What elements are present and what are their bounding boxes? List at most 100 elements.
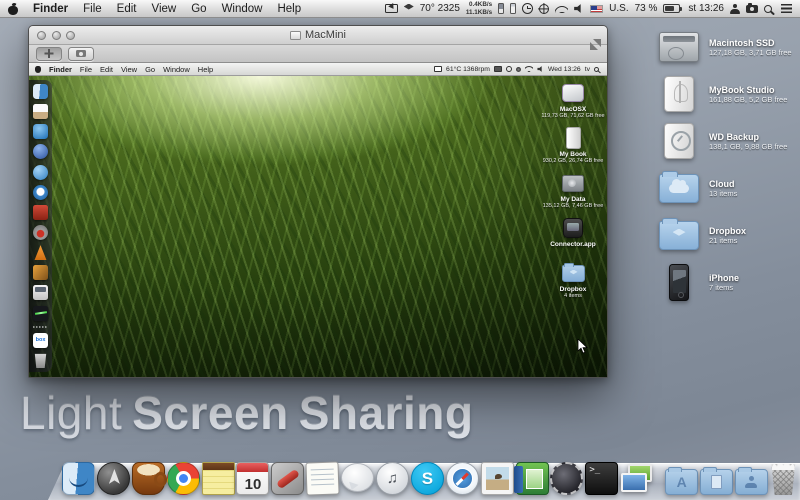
dock-item-coffee-app[interactable] xyxy=(132,462,165,495)
menu-clock[interactable]: st 13:26 xyxy=(688,3,724,14)
device-battery-icon-2[interactable] xyxy=(510,3,516,14)
desktop-icon-mybook-studio[interactable]: MyBook Studio 161,88 GB, 5,2 GB free xyxy=(658,73,798,115)
remote-display-icon[interactable] xyxy=(434,66,442,72)
dock-item-dark-circle-app[interactable] xyxy=(550,462,583,495)
remote-wifi-icon[interactable] xyxy=(525,66,533,72)
remote-volume-icon[interactable] xyxy=(537,66,544,72)
remote-icon-macosx[interactable]: MacOSX 119,73 GB, 71,62 GB free xyxy=(542,81,604,120)
remote-dock-blue-app[interactable] xyxy=(33,165,48,180)
remote-dock-screen-sharing[interactable] xyxy=(33,124,48,139)
location-icon[interactable] xyxy=(539,4,549,14)
minimize-button[interactable] xyxy=(52,31,61,40)
remote-dock-front-row[interactable] xyxy=(33,205,48,220)
dock-item-terminal[interactable]: >_ xyxy=(585,462,618,495)
desktop-icon-cloud[interactable]: Cloud 13 items xyxy=(658,167,798,209)
dock-item-preview[interactable] xyxy=(481,462,514,495)
user-switch-icon[interactable] xyxy=(730,4,740,14)
remote-menu-view[interactable]: View xyxy=(121,65,137,74)
remote-menu-go[interactable]: Go xyxy=(145,65,155,74)
battery-icon[interactable] xyxy=(663,4,680,13)
desktop-icon-macintosh-ssd[interactable]: Macintosh SSD 127,18 GB, 3,71 GB free xyxy=(658,26,798,68)
dock-item-folder-applications[interactable]: A xyxy=(665,469,698,495)
dock-item-finder[interactable] xyxy=(62,462,95,495)
dock-item-messages[interactable] xyxy=(341,463,374,492)
remote-dock-gray-red-app[interactable] xyxy=(33,225,48,240)
desktop-icon-wd-backup[interactable]: WD Backup 138,1 GB, 9,88 GB free xyxy=(658,120,798,162)
dock-item-stickies[interactable] xyxy=(202,462,235,495)
remote-display-dark-icon[interactable] xyxy=(494,66,502,72)
remote-dock-vlc[interactable] xyxy=(33,245,48,260)
dock-item-notes-app[interactable] xyxy=(306,461,340,495)
remote-dock-finder[interactable] xyxy=(33,84,48,99)
remote-menu-finder[interactable]: Finder xyxy=(49,65,72,74)
zoom-button[interactable] xyxy=(66,31,75,40)
dock-item-skype[interactable]: S xyxy=(411,462,444,495)
remote-dock-box[interactable]: box xyxy=(33,333,48,348)
remote-menu-edit[interactable]: Edit xyxy=(100,65,113,74)
remote-location-icon[interactable] xyxy=(516,67,521,72)
dock-item-red-tool-app[interactable] xyxy=(271,462,304,495)
dock-item-folder-documents[interactable] xyxy=(700,469,733,495)
dock-item-trash[interactable] xyxy=(770,460,797,495)
remote-dock-itunes[interactable] xyxy=(33,144,48,159)
dock-item-chrome[interactable] xyxy=(167,462,200,495)
remote-dock-trash[interactable] xyxy=(33,353,48,368)
device-battery-icon-1[interactable] xyxy=(498,3,504,14)
remote-menu-help[interactable]: Help xyxy=(198,65,213,74)
wifi-icon[interactable] xyxy=(555,4,568,13)
camera-icon[interactable] xyxy=(746,5,758,14)
menu-window[interactable]: Window xyxy=(222,3,263,15)
remote-dock-ipod[interactable] xyxy=(33,285,48,300)
keyboard-layout[interactable]: U.S. xyxy=(609,3,628,14)
remote-icon-my-data[interactable]: My Data 135,12 GB, 7,46 GB free xyxy=(542,171,604,210)
dock-item-folder-users[interactable] xyxy=(735,469,768,495)
spotlight-icon[interactable] xyxy=(764,5,772,13)
scale-screen-button[interactable] xyxy=(36,47,62,61)
dock-item-calendar[interactable]: 10 xyxy=(236,462,269,495)
network-speed-status[interactable]: 0.4KB/s 11.1KB/s xyxy=(466,1,492,15)
remote-clock[interactable]: Wed 13:26 xyxy=(548,66,581,73)
dock-item-safari[interactable] xyxy=(446,462,479,495)
dropbox-menu-icon[interactable] xyxy=(404,4,414,10)
fullscreen-icon[interactable] xyxy=(590,39,601,50)
dock-item-screen-sharing-app[interactable] xyxy=(620,462,653,495)
remote-menu-window[interactable]: Window xyxy=(163,65,190,74)
us-flag-icon[interactable] xyxy=(590,5,603,13)
volume-icon[interactable] xyxy=(574,4,584,13)
remote-menu-file[interactable]: File xyxy=(80,65,92,74)
screen-sharing-menu-icon[interactable] xyxy=(385,4,398,13)
close-button[interactable] xyxy=(37,31,46,40)
menu-go[interactable]: Go xyxy=(191,3,206,15)
remote-dock-activity-monitor[interactable] xyxy=(33,306,48,321)
remote-user[interactable]: tv xyxy=(585,66,590,73)
apple-menu-icon[interactable] xyxy=(8,3,18,15)
remote-dock-orange-app[interactable] xyxy=(33,265,48,280)
desktop-icon-iphone[interactable]: iPhone 7 items xyxy=(658,261,798,303)
dock-item-launchpad[interactable] xyxy=(97,462,130,495)
dock-item-itunes[interactable]: ♫ xyxy=(376,462,409,495)
remote-spotlight-icon[interactable] xyxy=(594,67,599,72)
itunes-note-glyph: ♫ xyxy=(387,470,398,487)
time-machine-icon[interactable] xyxy=(522,3,533,14)
remote-temp-status[interactable]: 61°C 1368rpm xyxy=(446,66,490,73)
desktop-icon-dropbox[interactable]: Dropbox 21 items xyxy=(658,214,798,256)
notification-center-icon[interactable] xyxy=(781,4,792,13)
remote-icon-my-book[interactable]: My Book 930,2 GB, 26,74 GB free xyxy=(542,126,604,165)
remote-dock-preview[interactable] xyxy=(33,104,48,119)
dock-item-green-app[interactable] xyxy=(516,462,549,495)
cloud-glyph xyxy=(669,184,689,193)
menu-help[interactable]: Help xyxy=(277,3,301,15)
remote-icon-connector-app[interactable]: Connector.app xyxy=(542,216,604,255)
remote-icon-dropbox[interactable]: Dropbox 4 items xyxy=(542,261,604,300)
menu-finder[interactable]: Finder xyxy=(33,3,68,15)
remote-clock-icon[interactable] xyxy=(506,66,513,73)
temp-fan-status[interactable]: 70° 2325 xyxy=(420,3,460,14)
remote-apple-menu-icon[interactable] xyxy=(35,66,41,73)
menu-view[interactable]: View xyxy=(152,3,177,15)
remote-dock-safari[interactable] xyxy=(33,185,48,200)
remote-desktop-view[interactable]: Finder File Edit View Go Window Help 61°… xyxy=(29,63,607,377)
menu-edit[interactable]: Edit xyxy=(117,3,137,15)
screenshot-button[interactable] xyxy=(68,47,94,61)
menu-file[interactable]: File xyxy=(83,3,102,15)
window-titlebar[interactable]: MacMini xyxy=(29,26,607,45)
